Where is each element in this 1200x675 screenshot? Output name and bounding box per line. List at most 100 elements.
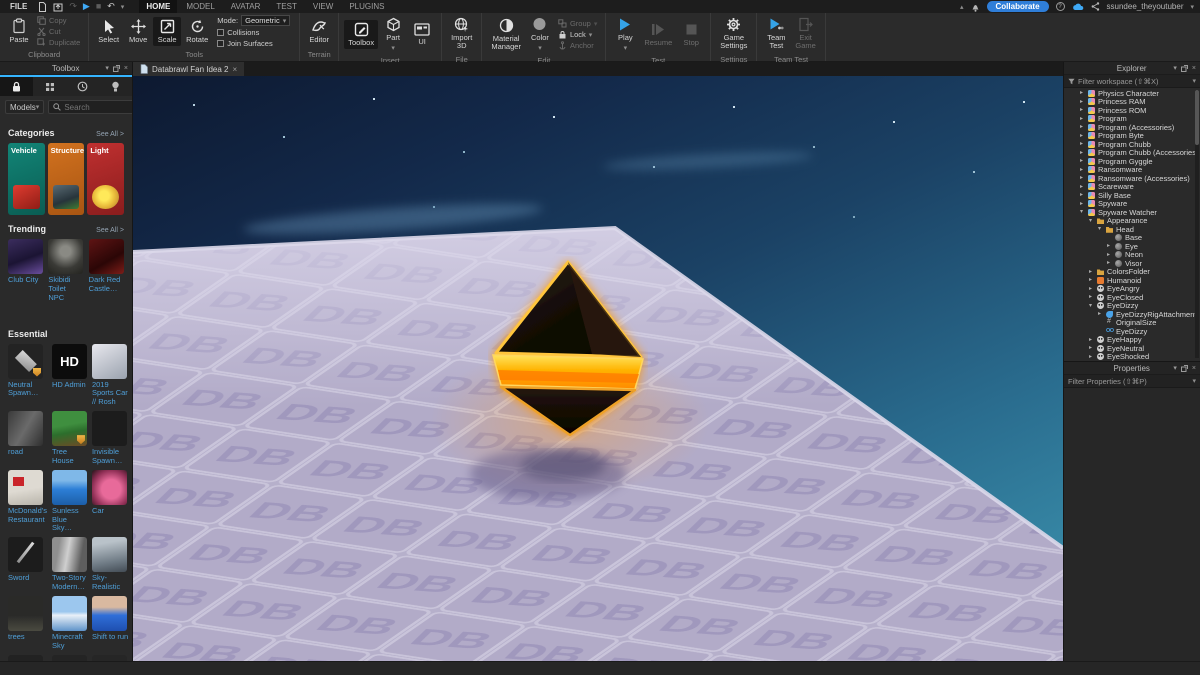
toolbox-close-icon[interactable]: ×	[124, 65, 128, 72]
expand-arrow-icon[interactable]	[1087, 354, 1094, 360]
explorer-row[interactable]: Spyware	[1064, 199, 1200, 208]
group-button[interactable]: Group ▾	[558, 19, 597, 28]
share-icon[interactable]	[1091, 2, 1100, 11]
explorer-undock-icon[interactable]	[1180, 64, 1188, 72]
game-settings-button[interactable]: Game Settings	[716, 15, 751, 53]
category-card-structure[interactable]: Structure	[47, 143, 85, 215]
cloud-sync-icon[interactable]	[1072, 3, 1084, 11]
exit-game-button[interactable]: Exit Game	[791, 15, 819, 53]
play-quick-icon[interactable]: ▶	[83, 2, 90, 11]
explorer-row[interactable]: Program Chubb (Accessories)	[1064, 148, 1200, 157]
material-manager-button[interactable]: Material Manager	[487, 16, 525, 54]
explorer-row[interactable]: Program Gyggle	[1064, 157, 1200, 166]
team-test-button[interactable]: Team Test	[762, 15, 790, 53]
toolbox-item[interactable]: Sword	[8, 537, 47, 592]
menu-tab-test[interactable]: TEST	[269, 0, 303, 13]
explorer-scrollbar[interactable]	[1195, 90, 1199, 358]
expand-arrow-icon[interactable]	[1105, 243, 1112, 249]
qat-dropdown-icon[interactable]: ▾	[121, 3, 125, 11]
menu-tab-home[interactable]: HOME	[139, 0, 178, 13]
properties-filter[interactable]: Filter Properties (⇧⌘P) ▾	[1064, 375, 1200, 388]
toolbox-item[interactable]: Sunless Blue Sky…	[51, 469, 87, 534]
cut-button[interactable]: Cut	[37, 27, 80, 36]
undo-icon[interactable]: ↶	[107, 2, 115, 11]
explorer-row[interactable]: Visor	[1064, 259, 1200, 268]
color-button[interactable]: Color ▾	[526, 15, 554, 54]
category-select[interactable]: Models ▾	[5, 100, 45, 114]
toolbox-collapse-icon[interactable]: ▾	[105, 64, 109, 72]
search-input[interactable]	[64, 102, 132, 112]
toolbox-item[interactable]: Two-Story Modern…	[51, 537, 87, 592]
category-card-light[interactable]: Light	[87, 143, 125, 215]
toolbox-item[interactable]: Dark Red Castle…	[88, 239, 124, 303]
explorer-filter[interactable]: Filter workspace (⇧⌘X) ▾	[1064, 75, 1200, 88]
explorer-collapse-icon[interactable]: ▾	[1173, 64, 1177, 72]
toolbox-item[interactable]: Club City	[8, 239, 43, 303]
collaborate-button[interactable]: Collaborate	[986, 1, 1049, 12]
explorer-row[interactable]: Neon	[1064, 250, 1200, 259]
toolbox-tab-inventory[interactable]	[33, 77, 66, 96]
toolbox-item[interactable]: road	[8, 411, 47, 466]
toolbox-tab-recent[interactable]	[66, 77, 99, 96]
collisions-checkbox[interactable]: Collisions	[217, 28, 290, 37]
explorer-row[interactable]: EyeDizzy	[1064, 301, 1200, 310]
explorer-row[interactable]: Head	[1064, 225, 1200, 234]
toolbox-item[interactable]: McDonald's Restaurant	[8, 469, 47, 534]
toolbox-item[interactable]: Classic House	[51, 654, 87, 661]
expand-arrow-icon[interactable]	[1078, 175, 1085, 181]
explorer-row[interactable]: Base	[1064, 233, 1200, 242]
expand-arrow-icon[interactable]	[1078, 167, 1085, 173]
document-tab[interactable]: Databrawl Fan Idea 2 ×	[133, 62, 245, 76]
menu-tab-model[interactable]: MODEL	[179, 0, 221, 13]
expand-arrow-icon[interactable]	[1087, 269, 1094, 275]
toolbox-item[interactable]: HD HD Admin	[51, 343, 87, 408]
expand-arrow-icon[interactable]	[1078, 133, 1085, 139]
explorer-row[interactable]: EyeClosed	[1064, 293, 1200, 302]
explorer-row[interactable]: Humanoid	[1064, 276, 1200, 285]
ui-button[interactable]: UI	[408, 21, 436, 48]
explorer-close-icon[interactable]: ×	[1192, 65, 1196, 72]
expand-arrow-icon[interactable]	[1078, 184, 1085, 190]
explorer-row[interactable]: EyeDizzyRigAttachment	[1064, 310, 1200, 319]
explorer-row[interactable]: Spyware Watcher	[1064, 208, 1200, 217]
explorer-scrollbar-thumb[interactable]	[1195, 90, 1199, 145]
explorer-row[interactable]: Program Byte	[1064, 131, 1200, 140]
expand-arrow-icon[interactable]	[1087, 294, 1094, 300]
expand-arrow-icon[interactable]	[1096, 311, 1103, 317]
toolbox-item[interactable]: trees	[8, 595, 47, 651]
toolbox-item[interactable]: Skibidi Toilet NPC	[48, 239, 84, 303]
menu-tab-view[interactable]: VIEW	[306, 0, 340, 13]
expand-arrow-icon[interactable]	[1078, 201, 1085, 207]
expand-arrow-icon[interactable]	[1087, 218, 1094, 224]
toolbox-tab-marketplace[interactable]	[0, 77, 33, 96]
document-tab-close-icon[interactable]: ×	[233, 65, 238, 74]
explorer-row[interactable]: EyeAngry	[1064, 284, 1200, 293]
menu-tab-plugins[interactable]: PLUGINS	[342, 0, 391, 13]
expand-arrow-icon[interactable]	[1078, 192, 1085, 198]
paste-button[interactable]: Paste	[5, 16, 33, 46]
redo-icon[interactable]: ↷	[69, 2, 77, 11]
explorer-row[interactable]: Eye	[1064, 242, 1200, 251]
expand-arrow-icon[interactable]	[1078, 209, 1085, 215]
expand-arrow-icon[interactable]	[1105, 252, 1112, 258]
anchor-button[interactable]: Anchor	[558, 41, 597, 50]
username[interactable]: ssundee_theyoutuber	[1107, 2, 1184, 11]
toolbox-undock-icon[interactable]	[112, 64, 120, 72]
copy-button[interactable]: Copy	[37, 16, 80, 25]
select-button[interactable]: Select	[94, 17, 123, 46]
expand-arrow-icon[interactable]	[1105, 260, 1112, 266]
join-surfaces-checkbox[interactable]: Join Surfaces	[217, 39, 290, 48]
toolbox-item[interactable]: Invisible Spawn…	[91, 411, 130, 466]
expand-arrow-icon[interactable]	[1078, 141, 1085, 147]
help-icon[interactable]: ?	[1055, 2, 1065, 11]
trending-see-all[interactable]: See All >	[96, 227, 124, 234]
expand-arrow-icon[interactable]	[1087, 277, 1094, 283]
explorer-row[interactable]: Princess ROM	[1064, 106, 1200, 115]
resume-button[interactable]: Resume	[640, 20, 676, 49]
explorer-row[interactable]: EyeShocked	[1064, 352, 1200, 361]
expand-arrow-icon[interactable]	[1078, 99, 1085, 105]
terrain-editor-button[interactable]: Editor	[305, 17, 333, 46]
expand-arrow-icon[interactable]	[1087, 337, 1094, 343]
expand-arrow-icon[interactable]	[1087, 286, 1094, 292]
explorer-row[interactable]: Silly Base	[1064, 191, 1200, 200]
